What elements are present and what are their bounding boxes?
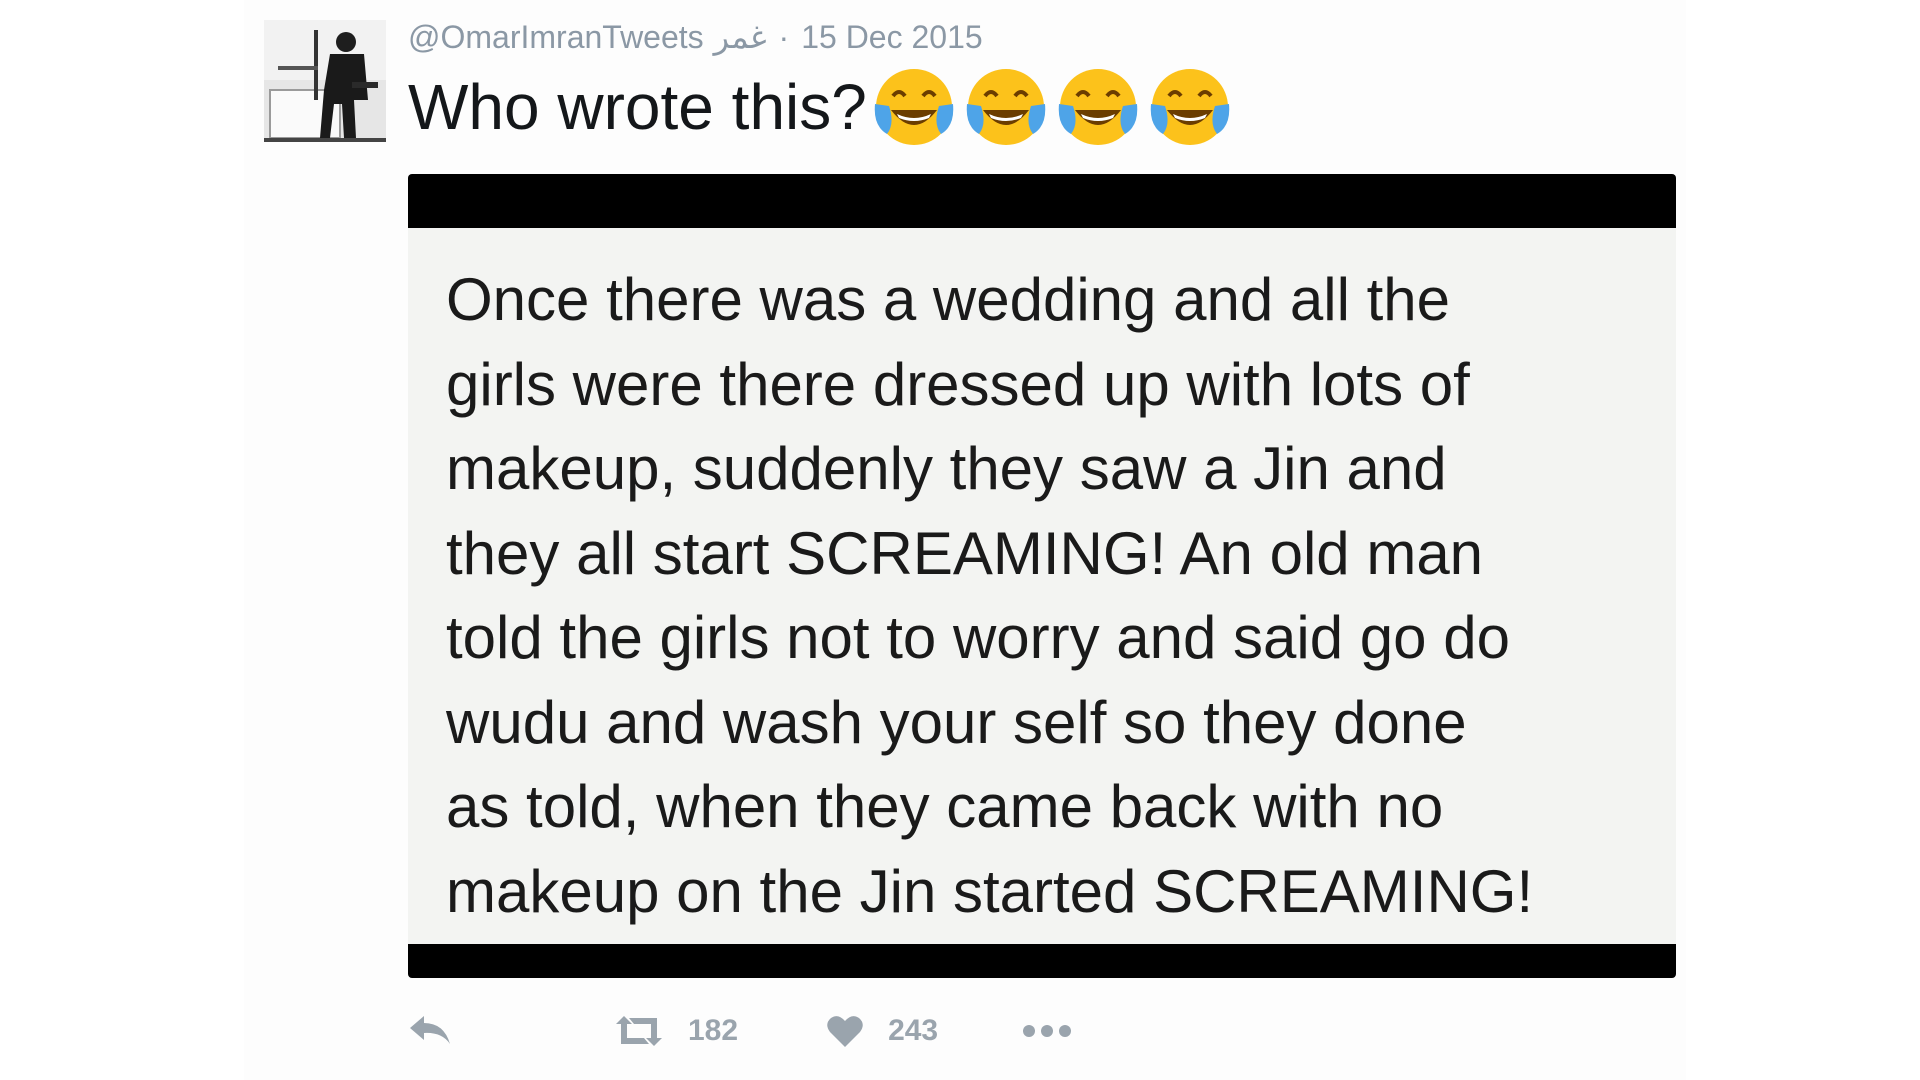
face-with-tears-of-joy-icon (1150, 69, 1230, 145)
face-with-tears-of-joy-icon (966, 69, 1046, 145)
face-with-tears-of-joy-icon (874, 69, 954, 145)
tweet-text: Who wrote this? (408, 71, 867, 143)
like-count: 243 (888, 1014, 939, 1047)
tweet-meta: @OmarImranTweets غمر · 15 Dec 2015 (408, 18, 983, 56)
emoji-group (871, 64, 1233, 150)
media-text-panel: Once there was a wedding and all the gir… (408, 228, 1676, 944)
tweet-media-image[interactable]: Once there was a wedding and all the gir… (408, 174, 1676, 978)
retweet-button[interactable]: 182 (614, 1014, 738, 1048)
user-handle[interactable]: @OmarImranTweets (408, 19, 704, 56)
avatar[interactable] (264, 20, 386, 142)
tweet-text-line: Who wrote this? (408, 64, 1233, 150)
reply-icon (410, 1016, 450, 1044)
retweet-count: 182 (688, 1014, 739, 1047)
more-dots-icon (1023, 1025, 1072, 1037)
media-story-text: Once there was a wedding and all the gir… (446, 266, 1534, 925)
like-button[interactable]: 243 (826, 1014, 938, 1048)
tweet-date[interactable]: 15 Dec 2015 (801, 19, 982, 56)
heart-icon (827, 1016, 863, 1047)
face-with-tears-of-joy-icon (1058, 69, 1138, 145)
tweet-card: @OmarImranTweets غمر · 15 Dec 2015 Who w… (244, 0, 1686, 1080)
meta-separator: · (778, 18, 790, 55)
reply-button[interactable] (408, 1014, 464, 1048)
more-button[interactable] (1022, 1024, 1072, 1038)
retweet-icon (616, 1016, 662, 1046)
user-name-arabic: غمر (713, 19, 767, 55)
page: @OmarImranTweets غمر · 15 Dec 2015 Who w… (0, 0, 1920, 1080)
tweet-actions: 182 243 (408, 1006, 1072, 1056)
